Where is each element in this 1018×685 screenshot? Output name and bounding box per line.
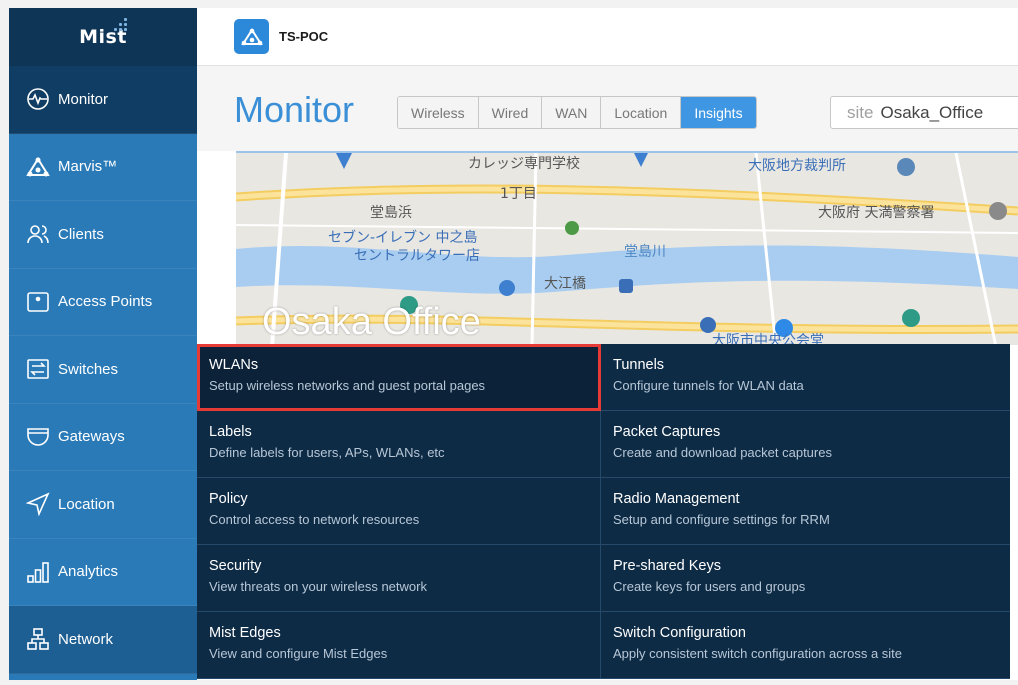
menu-item-title: Pre-shared Keys — [613, 558, 721, 574]
map-label: セントラルタワー店 — [354, 248, 480, 264]
menu-item-description: Create keys for users and groups — [613, 579, 806, 594]
menu-item-title: Packet Captures — [613, 424, 721, 440]
menu-item-description: Setup and configure settings for RRM — [613, 512, 830, 527]
sidebar-item-label: Monitor — [58, 90, 109, 108]
network-icon — [26, 627, 50, 651]
menu-item-description: Control access to network resources — [209, 512, 420, 527]
org-bar: TS-POC — [197, 8, 1018, 66]
menu-item-title: Security — [209, 558, 262, 574]
sidebar-item-label: Analytics — [58, 563, 119, 581]
menu-item-labels[interactable]: Labels Define labels for users, APs, WLA… — [197, 411, 601, 478]
menu-item-description: Setup wireless networks and guest portal… — [209, 378, 486, 393]
map-label: セブン-イレブン 中之島 — [328, 230, 478, 246]
sidebar-item-clients[interactable]: Clients — [9, 201, 197, 269]
site-selector[interactable]: site Osaka_Office — [830, 96, 1018, 129]
site-map[interactable]: カレッジ専門学校 大阪地方裁判所 1丁目 堂島浜 大阪府 天満警察署 セブン-イ… — [236, 151, 1018, 345]
tab-location[interactable]: Location — [601, 97, 682, 128]
monitor-icon — [26, 87, 50, 111]
menu-item-title: Radio Management — [613, 491, 740, 507]
sidebar-item-access-points[interactable]: Access Points — [9, 269, 197, 336]
analytics-icon — [26, 560, 50, 584]
sidebar-item-network[interactable]: Network — [9, 606, 197, 674]
map-label: 大阪地方裁判所 — [748, 158, 846, 174]
sidebar-item-label: Location — [58, 495, 115, 513]
org-name[interactable]: TS-POC — [279, 29, 328, 44]
map-label: 大阪市中央公会堂 — [712, 333, 824, 345]
access-point-icon — [26, 290, 50, 314]
sidebar-item-label: Switches — [58, 360, 119, 378]
menu-item-title: Tunnels — [613, 357, 665, 373]
menu-item-title: WLANs — [209, 357, 259, 373]
sidebar-item-label: Marvis™ — [58, 158, 118, 176]
map-site-title: Osaka Office — [262, 301, 481, 343]
menu-item-description: Apply consistent switch configuration ac… — [613, 646, 903, 661]
menu-item-title: Labels — [209, 424, 252, 440]
menu-item-switch-configuration[interactable]: Switch Configuration Apply consistent sw… — [601, 612, 1010, 679]
menu-item-title: Switch Configuration — [613, 625, 746, 641]
page-title: Monitor — [234, 89, 355, 130]
site-selector-label: site — [847, 102, 874, 122]
network-menu: WLANs Setup wireless networks and guest … — [197, 344, 1010, 679]
marvis-icon — [26, 155, 50, 179]
menu-item-title: Policy — [209, 491, 248, 507]
page-header: Monitor Wireless Wired WAN Location Insi… — [197, 66, 1018, 151]
location-icon — [26, 492, 50, 517]
clients-icon — [26, 222, 50, 246]
sidebar-item-label: Gateways — [58, 428, 125, 446]
logo-dots-icon — [114, 18, 128, 34]
sidebar-item-location[interactable]: Location — [9, 471, 197, 539]
gateway-icon — [26, 425, 50, 449]
menu-item-policy[interactable]: Policy Control access to network resourc… — [197, 478, 601, 545]
map-label: 大江橋 — [544, 276, 586, 292]
tab-insights[interactable]: Insights — [681, 97, 756, 128]
sidebar: Mist Monitor Marvis™ Clients Access Poin… — [9, 8, 197, 680]
sidebar-item-label: Network — [58, 630, 114, 648]
tab-wan[interactable]: WAN — [542, 97, 602, 128]
menu-item-description: View threats on your wireless network — [209, 579, 427, 594]
org-icon[interactable] — [234, 19, 269, 54]
menu-item-packet-captures[interactable]: Packet Captures Create and download pack… — [601, 411, 1010, 478]
sidebar-item-analytics[interactable]: Analytics — [9, 539, 197, 606]
map-label: 堂島浜 — [370, 205, 412, 221]
sidebar-item-label: Access Points — [58, 293, 153, 311]
sidebar-item-monitor[interactable]: Monitor — [9, 66, 197, 134]
sidebar-item-gateways[interactable]: Gateways — [9, 404, 197, 471]
sidebar-item-marvis[interactable]: Marvis™ — [9, 134, 197, 201]
menu-item-description: Create and download packet captures — [613, 445, 832, 460]
tab-wired[interactable]: Wired — [478, 97, 543, 128]
menu-item-wlans[interactable]: WLANs Setup wireless networks and guest … — [197, 344, 601, 411]
monitor-tabs: Wireless Wired WAN Location Insights — [397, 96, 757, 129]
menu-item-description: View and configure Mist Edges — [209, 646, 388, 661]
menu-item-title: Mist Edges — [209, 625, 281, 641]
sidebar-item-label: Clients — [58, 225, 104, 243]
tab-wireless[interactable]: Wireless — [398, 97, 479, 128]
switch-icon — [26, 357, 50, 381]
map-label: 1丁目 — [500, 186, 537, 202]
menu-item-description: Define labels for users, APs, WLANs, etc — [209, 445, 445, 460]
menu-item-pre-shared-keys[interactable]: Pre-shared Keys Create keys for users an… — [601, 545, 1010, 612]
menu-item-radio-management[interactable]: Radio Management Setup and configure set… — [601, 478, 1010, 545]
menu-item-security[interactable]: Security View threats on your wireless n… — [197, 545, 601, 612]
mist-logo[interactable]: Mist — [9, 8, 197, 66]
map-label: 堂島川 — [624, 244, 666, 260]
menu-item-description: Configure tunnels for WLAN data — [613, 378, 804, 393]
sidebar-item-switches[interactable]: Switches — [9, 336, 197, 404]
map-label: カレッジ専門学校 — [468, 156, 580, 172]
site-selector-value: Osaka_Office — [880, 102, 984, 122]
menu-item-tunnels[interactable]: Tunnels Configure tunnels for WLAN data — [601, 344, 1010, 411]
menu-item-mist-edges[interactable]: Mist Edges View and configure Mist Edges — [197, 612, 601, 679]
map-label: 大阪府 天満警察署 — [818, 205, 935, 221]
